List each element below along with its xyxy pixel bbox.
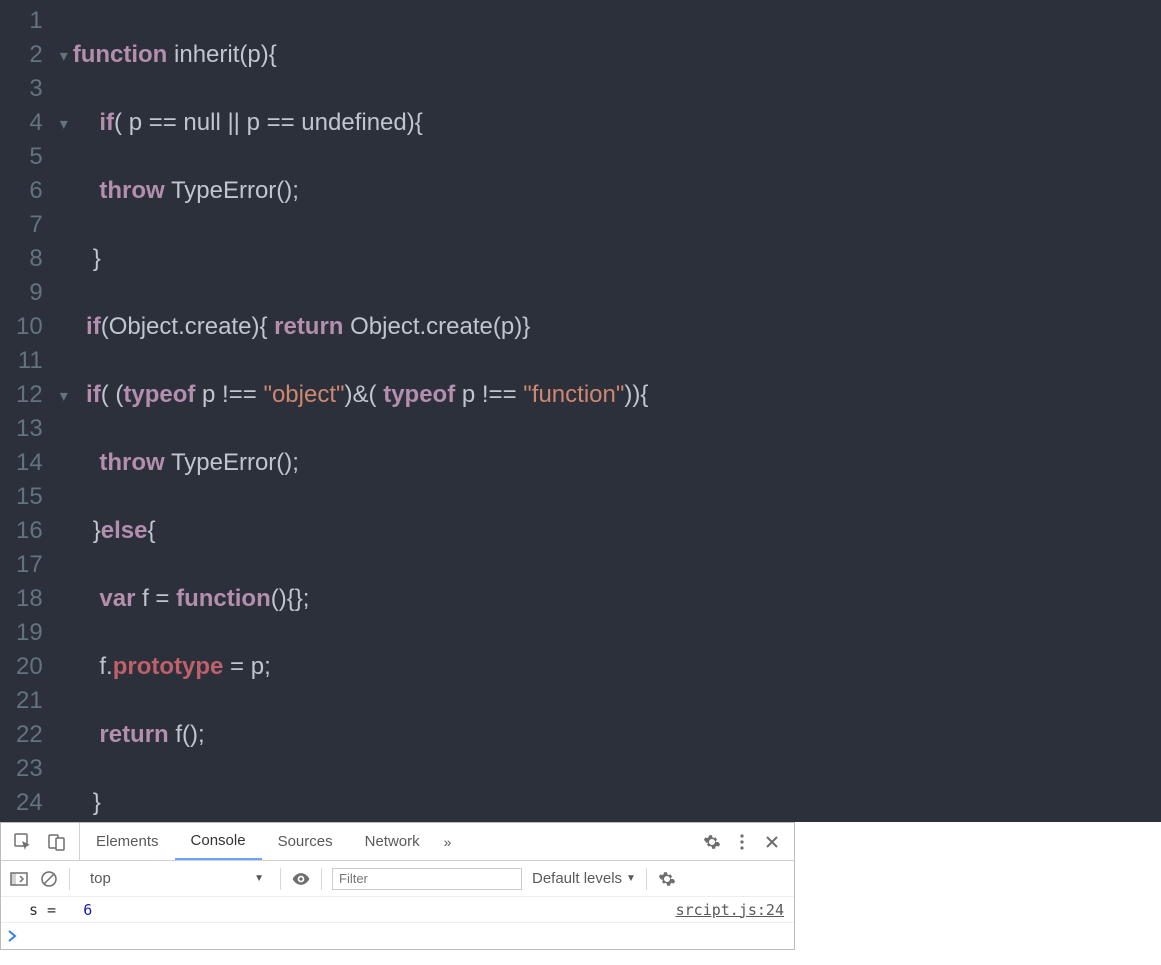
keyword: return [99,721,168,748]
code-text: )){ [624,381,648,408]
settings-gear-icon[interactable] [702,832,722,852]
keyword: return [274,313,343,340]
code-text: f. [99,653,112,680]
tab-sources[interactable]: Sources [262,823,349,860]
indent [73,517,93,544]
keyword: else [101,517,148,544]
fold-icon[interactable]: ▾ [57,108,71,142]
levels-label: Default levels [532,870,622,887]
code-text: (p){ [239,41,276,68]
code-text: p !== [455,381,523,408]
indent [73,109,100,136]
dropdown-triangle-icon: ▼ [254,873,264,884]
code-text: = p; [223,653,270,680]
console-output: s = 6 srcipt.js:24 [1,897,794,949]
keyword: typeof [123,381,195,408]
device-toolbar-icon[interactable] [47,832,67,852]
code-text: TypeError(); [165,177,299,204]
log-levels-selector[interactable]: Default levels ▼ [532,870,636,887]
fold-icon[interactable]: ▾ [57,380,71,414]
code-text: p !== [195,381,263,408]
code-text: Object.create(p)} [343,313,530,340]
function-name: inherit [174,41,239,68]
dropdown-triangle-icon: ▼ [626,873,636,884]
code-text: (){}; [271,585,310,612]
code-text: TypeError(); [165,449,299,476]
line-number-gutter: 123456789101112131415161718192021222324 [0,0,53,822]
close-icon[interactable] [762,832,782,852]
devtools-tabs-bar: Elements Console Sources Network » [1,823,794,861]
string: "object" [263,381,344,408]
console-prompt[interactable] [1,923,794,949]
keyword: function [176,585,271,612]
log-message-value: 6 [83,901,92,919]
console-toolbar: top ▼ Default levels ▼ [1,861,794,897]
code-text: (Object.create){ [101,313,274,340]
fold-icon[interactable]: ▾ [57,40,71,74]
tab-elements[interactable]: Elements [80,823,175,860]
indent [73,721,100,748]
code-text: )&( [345,381,384,408]
keyword: if [86,313,101,340]
keyword: if [99,109,114,136]
indent [73,653,100,680]
keyword: function [73,41,168,68]
indent [73,177,100,204]
log-message-label: s = [29,901,65,919]
code-text: } [93,245,101,272]
console-log-row[interactable]: s = 6 srcipt.js:24 [1,897,794,923]
context-label: top [90,870,111,887]
code-text: } [93,789,101,816]
console-settings-gear-icon[interactable] [657,869,677,889]
context-selector[interactable]: top ▼ [80,870,270,887]
log-source-link[interactable]: srcipt.js:24 [676,901,784,919]
code-text: f(); [169,721,205,748]
more-tabs-icon[interactable]: » [436,834,460,850]
indent [73,449,100,476]
indent [73,585,100,612]
tab-console[interactable]: Console [175,823,262,860]
clear-console-icon[interactable] [39,869,59,889]
filter-input[interactable] [332,868,522,890]
code-text: { [147,517,155,544]
code-text: f = [135,585,176,612]
indent [73,381,86,408]
indent [73,245,93,272]
code-text: ( p == null || p == undefined){ [114,109,423,136]
property: prototype [113,653,224,680]
indent [73,313,86,340]
prompt-chevron-icon [7,930,17,942]
live-expression-icon[interactable] [291,869,311,889]
code-area[interactable]: ▾function inherit(p){ ▾ if( p == null ||… [53,0,836,822]
code-text: } [93,517,101,544]
indent [73,789,93,816]
inspect-element-icon[interactable] [13,832,33,852]
code-editor[interactable]: 123456789101112131415161718192021222324 … [0,0,1161,822]
code-text: ( ( [101,381,124,408]
keyword: throw [99,449,164,476]
tab-network[interactable]: Network [349,823,436,860]
keyword: if [86,381,101,408]
keyword: typeof [383,381,455,408]
keyword: var [99,585,135,612]
toggle-sidebar-icon[interactable] [9,869,29,889]
string: "function" [523,381,624,408]
keyword: throw [99,177,164,204]
kebab-menu-icon[interactable] [732,832,752,852]
devtools-panel: Elements Console Sources Network » top ▼ [0,822,795,950]
